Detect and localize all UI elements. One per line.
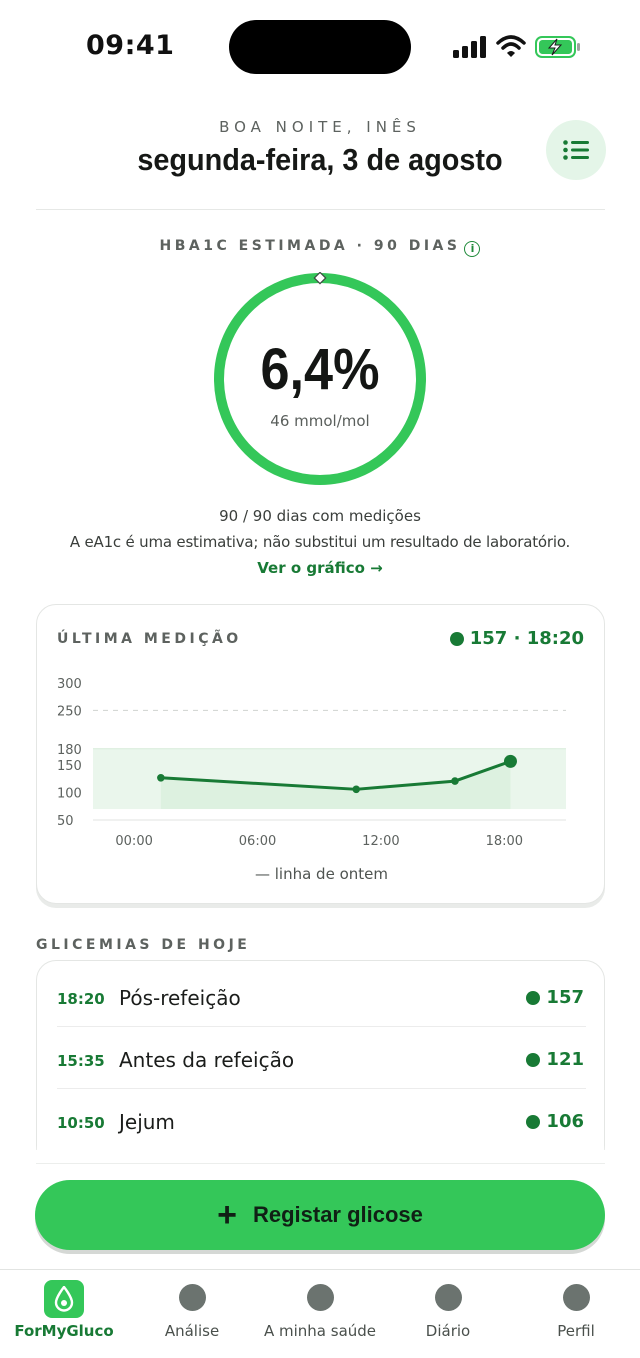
today-list: 18:20 Pós-refeição 157 15:35 Antes da re… bbox=[36, 960, 605, 1150]
today-section-label: GLICEMIAS DE HOJE bbox=[36, 937, 251, 953]
y-tick-label: 180 bbox=[57, 743, 82, 758]
tab-label: A minha saúde bbox=[263, 1322, 377, 1340]
plus-icon: + bbox=[217, 1196, 237, 1234]
info-icon[interactable]: i bbox=[464, 241, 481, 257]
row-value-text: 121 bbox=[546, 1049, 584, 1070]
status-bar: 09:41 bbox=[0, 0, 640, 96]
status-dot bbox=[526, 1052, 541, 1067]
header-divider bbox=[36, 209, 605, 210]
x-tick-label: 12:00 bbox=[362, 834, 399, 849]
drop-icon bbox=[44, 1280, 84, 1318]
tab-perfil[interactable]: Perfil bbox=[512, 1280, 640, 1340]
analysis-icon bbox=[178, 1284, 206, 1311]
row-label: Pós-refeição bbox=[119, 986, 241, 1010]
view-graph-link[interactable]: Ver o gráfico → bbox=[0, 559, 640, 577]
tab-label: Análise bbox=[164, 1322, 220, 1340]
y-tick-label: 100 bbox=[57, 787, 82, 802]
x-tick-label: 06:00 bbox=[239, 834, 276, 849]
page-title: segunda-feira, 3 de agosto bbox=[137, 142, 503, 177]
tab-formygluco[interactable]: ForMyGluco bbox=[0, 1280, 128, 1340]
tab-a-minha-saude[interactable]: A minha saúde bbox=[256, 1280, 384, 1340]
tab-diario[interactable]: Diário bbox=[384, 1280, 512, 1340]
status-time: 09:41 bbox=[86, 30, 175, 61]
diary-icon bbox=[434, 1284, 462, 1311]
row-value: 106 bbox=[526, 1111, 584, 1132]
last-measurement-card[interactable]: ÚLTIMA MEDIÇÃO 157 · 18:20 300 250 180 150 1… bbox=[36, 604, 605, 904]
greeting: BOA NOITE, INÊS bbox=[219, 118, 421, 136]
glucose-chart: 300 250 180150 100 50 00:00 06:00 12:00 18:00 bbox=[57, 677, 566, 849]
battery-icon bbox=[535, 36, 580, 58]
row-label: Antes da refeição bbox=[119, 1048, 295, 1072]
list-item[interactable]: 10:50 Jejum 106 bbox=[37, 1089, 604, 1150]
y-tick-label: 50 bbox=[57, 814, 74, 829]
register-glucose-button[interactable]: + Registar glicose bbox=[35, 1180, 605, 1250]
y-tick-label: 250 bbox=[57, 704, 82, 719]
list-item[interactable]: 18:20 Pós-refeição 157 bbox=[37, 965, 604, 1027]
tab-analise[interactable]: Análise bbox=[128, 1280, 256, 1340]
yesterday-legend: — linha de ontem bbox=[254, 865, 388, 883]
x-tick-label: 00:00 bbox=[115, 834, 152, 849]
bottom-divider bbox=[36, 1163, 605, 1164]
dynamic-island bbox=[229, 20, 411, 74]
row-time: 10:50 bbox=[57, 1114, 105, 1132]
row-value-text: 157 bbox=[546, 987, 584, 1008]
menu-button[interactable] bbox=[546, 120, 606, 180]
wifi-icon bbox=[496, 35, 526, 57]
data-point bbox=[451, 777, 459, 785]
hba1c-mmol: 46 mmol/mol bbox=[270, 412, 370, 430]
row-time: 15:35 bbox=[57, 1052, 105, 1070]
row-value: 157 bbox=[526, 987, 584, 1008]
profile-icon bbox=[562, 1284, 590, 1311]
row-value-text: 106 bbox=[546, 1111, 584, 1132]
list-fade bbox=[0, 1145, 640, 1165]
y-tick-label: 150 bbox=[57, 759, 82, 774]
register-glucose-label: Registar glicose bbox=[252, 1202, 423, 1227]
data-point bbox=[352, 785, 361, 794]
row-value: 121 bbox=[526, 1049, 584, 1070]
tab-label: Diário bbox=[425, 1322, 471, 1340]
days-with-measurements: 90 / 90 dias com medições bbox=[219, 507, 421, 525]
list-item[interactable]: 15:35 Antes da refeição 121 bbox=[37, 1027, 604, 1089]
hba1c-label: HBA1C ESTIMADA · 90 DIAS i bbox=[0, 238, 640, 257]
hba1c-label-text: HBA1C ESTIMADA · 90 DIAS bbox=[159, 238, 461, 254]
tab-bar: ForMyGluco Análise A minha saúde Diário … bbox=[0, 1269, 640, 1358]
list-icon bbox=[563, 140, 589, 160]
data-point bbox=[157, 774, 165, 782]
status-dot bbox=[526, 1114, 541, 1129]
tab-label: ForMyGluco bbox=[14, 1322, 114, 1340]
status-dot bbox=[526, 990, 541, 1005]
x-tick-label: 18:00 bbox=[486, 834, 523, 849]
disclaimer: A eA1c é uma estimativa; não substitui u… bbox=[69, 533, 571, 551]
y-tick-label: 300 bbox=[57, 677, 82, 692]
data-point bbox=[503, 754, 517, 768]
row-label: Jejum bbox=[119, 1110, 175, 1134]
tab-label: Perfil bbox=[557, 1322, 595, 1340]
hba1c-value: 6,4% bbox=[260, 337, 380, 402]
health-icon bbox=[306, 1284, 334, 1311]
signal-icon bbox=[453, 36, 487, 58]
row-time: 18:20 bbox=[57, 990, 105, 1008]
